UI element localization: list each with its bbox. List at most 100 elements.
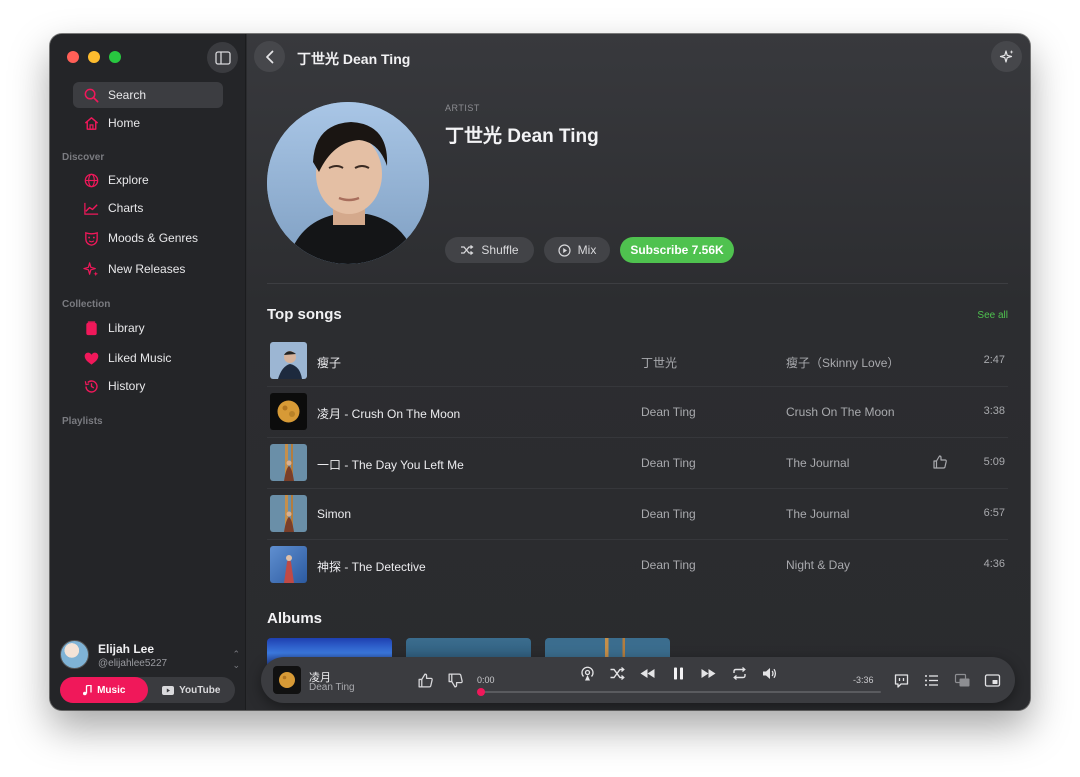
zoom-window-button[interactable] [109, 51, 121, 63]
user-account-button[interactable]: Elijah Lee @elijahlee5227 ⌃ ⌄ [60, 640, 240, 672]
sidebar-item-new-releases[interactable]: New Releases [73, 256, 223, 282]
artist-portrait-image [267, 102, 429, 264]
shuffle-button[interactable]: Shuffle [445, 237, 534, 263]
chart-line-icon [84, 202, 99, 215]
song-album[interactable]: The Journal [786, 456, 849, 470]
table-row[interactable]: 瘦子 丁世光 瘦子（Skinny Love） 2:47 [267, 336, 1008, 387]
sidebar-item-label: Charts [108, 201, 144, 215]
albums-title: Albums [267, 610, 323, 627]
pause-icon [674, 667, 683, 680]
library-icon [86, 320, 97, 335]
song-duration: 3:38 [983, 405, 1005, 417]
user-name: Elijah Lee [98, 642, 155, 656]
sidebar-toggle-button[interactable] [207, 42, 238, 73]
header-divider [267, 283, 1008, 284]
repeat-icon [733, 667, 746, 680]
dislike-button[interactable] [447, 672, 464, 689]
like-button[interactable] [417, 672, 434, 689]
source-music-button[interactable]: Music [60, 677, 148, 703]
song-album[interactable]: The Journal [786, 507, 849, 521]
back-button[interactable] [254, 41, 285, 72]
song-artist[interactable]: Dean Ting [641, 456, 696, 470]
close-window-button[interactable] [67, 51, 79, 63]
sidebar-item-label: Liked Music [108, 351, 172, 365]
source-toggle: Music YouTube [60, 677, 235, 703]
youtube-icon [162, 685, 175, 695]
shuffle-icon [461, 245, 474, 255]
sidebar-item-library[interactable]: Library [73, 315, 223, 341]
remaining-time: -3:36 [853, 675, 874, 685]
next-track-button[interactable] [700, 665, 717, 682]
sidebar-icon [214, 50, 231, 65]
picture-in-picture-icon [984, 674, 1001, 687]
song-artist[interactable]: 丁世光 [641, 354, 677, 371]
queue-button[interactable] [923, 672, 940, 689]
table-row[interactable]: 神探 - The Detective Dean Ting Night & Day… [267, 540, 1008, 591]
artist-kind-label: ARTIST [445, 103, 480, 113]
minimize-window-button[interactable] [88, 51, 100, 63]
song-artist[interactable]: Dean Ting [641, 507, 696, 521]
progress-knob[interactable] [477, 688, 485, 696]
main-content: 丁世光 Dean Ting ARTIST 丁世光 Dean Ting Shuff… [247, 34, 1030, 710]
song-artist[interactable]: Dean Ting [641, 405, 696, 419]
sidebar-item-charts[interactable]: Charts [73, 195, 223, 221]
airplay-button[interactable] [579, 665, 596, 682]
progress-slider[interactable] [477, 688, 881, 696]
ai-assist-button[interactable] [991, 41, 1022, 72]
sidebar-item-history[interactable]: History [73, 373, 223, 399]
see-all-link[interactable]: See all [977, 310, 1008, 321]
sidebar-item-liked-music[interactable]: Liked Music [73, 345, 223, 371]
top-songs-title: Top songs [267, 306, 342, 323]
chevron-left-icon [265, 50, 273, 63]
elapsed-time: 0:00 [477, 675, 495, 685]
subscribe-button[interactable]: Subscribe 7.56K [620, 237, 734, 263]
song-album[interactable]: Crush On The Moon [786, 405, 895, 419]
volume-button[interactable] [761, 665, 778, 682]
song-album[interactable]: Night & Day [786, 558, 850, 572]
song-duration: 6:57 [983, 507, 1005, 519]
history-icon [84, 379, 98, 393]
fast-forward-icon [701, 669, 716, 678]
table-row[interactable]: 一口 - The Day You Left Me Dean Ting The J… [267, 438, 1008, 489]
sidebar-item-label: Library [108, 321, 145, 335]
section-label-discover: Discover [62, 152, 105, 163]
pause-button[interactable] [670, 665, 687, 682]
lyrics-button[interactable] [893, 672, 910, 689]
sidebar-item-label: History [108, 379, 146, 393]
song-artwork [270, 393, 307, 430]
heart-icon [84, 352, 99, 365]
now-playing-artwork[interactable] [273, 666, 301, 694]
song-album[interactable]: 瘦子（Skinny Love） [786, 354, 899, 371]
table-row[interactable]: Simon Dean Ting The Journal 6:57 [267, 489, 1008, 540]
search-icon [84, 88, 99, 102]
subscribe-label: Subscribe 7.56K [630, 243, 724, 257]
sidebar-item-search[interactable]: Search [73, 82, 223, 108]
source-youtube-label: YouTube [179, 684, 221, 696]
sidebar-item-moods-genres[interactable]: Moods & Genres [73, 225, 223, 251]
top-songs-list: 瘦子 丁世光 瘦子（Skinny Love） 2:47 凌月 - Crush O… [267, 336, 1008, 591]
source-youtube-button[interactable]: YouTube [148, 677, 236, 703]
music-note-icon [83, 684, 92, 695]
table-row[interactable]: 凌月 - Crush On The Moon Dean Ting Crush O… [267, 387, 1008, 438]
picture-in-picture-button[interactable] [984, 672, 1001, 689]
section-label-playlists[interactable]: Playlists [62, 416, 103, 427]
shuffle-toggle[interactable] [609, 665, 626, 682]
miniplayer-button[interactable] [954, 672, 971, 689]
repeat-toggle[interactable] [731, 665, 748, 682]
song-title: 神探 - The Detective [317, 560, 426, 574]
sidebar-item-home[interactable]: Home [73, 110, 223, 136]
app-window: Search Home Discover Explore Charts Mood… [50, 34, 1030, 710]
song-duration: 5:09 [983, 456, 1005, 468]
song-artist[interactable]: Dean Ting [641, 558, 696, 572]
mix-button[interactable]: Mix [544, 237, 610, 263]
song-duration: 2:47 [983, 354, 1005, 366]
rewind-icon [640, 669, 655, 678]
now-playing-artist[interactable]: Dean Ting [309, 682, 355, 693]
sidebar-item-explore[interactable]: Explore [73, 167, 223, 193]
song-artwork [270, 546, 307, 583]
previous-track-button[interactable] [639, 665, 656, 682]
artist-photo [267, 102, 429, 264]
mix-label: Mix [577, 243, 597, 257]
thumbs-up-icon[interactable] [932, 454, 948, 470]
song-duration: 4:36 [983, 558, 1005, 570]
